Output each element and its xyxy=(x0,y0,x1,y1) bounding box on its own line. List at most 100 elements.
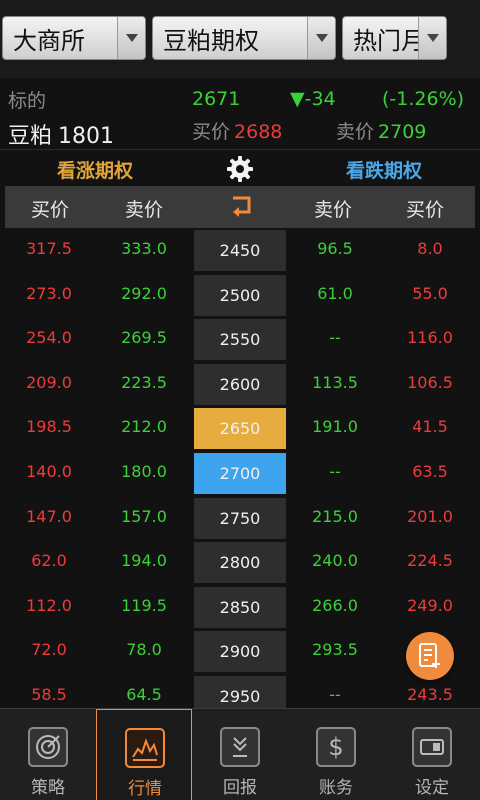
call-ask-cell[interactable]: 157.0 xyxy=(99,507,189,526)
order-fab-button[interactable] xyxy=(406,632,454,680)
col-call-ask: 卖价 xyxy=(124,199,163,221)
call-bid-cell[interactable]: 254.0 xyxy=(4,328,94,347)
put-ask-cell[interactable]: 240.0 xyxy=(290,551,380,570)
bottom-nav: 策略 行情 回报 $ 账务 设定 xyxy=(0,708,480,800)
month-select[interactable]: 热门月 xyxy=(342,16,447,60)
strike-price-cell[interactable]: 2600 xyxy=(194,363,286,405)
call-bid-cell[interactable]: 198.5 xyxy=(4,417,94,436)
gear-icon[interactable] xyxy=(225,154,255,184)
option-row[interactable]: 147.0 157.0 215.0 201.0 2750 xyxy=(0,496,480,541)
option-row[interactable]: 62.0 194.0 240.0 224.5 2800 xyxy=(0,540,480,585)
underlying-label: 标的 xyxy=(8,90,47,112)
strike-price-cell[interactable]: 2550 xyxy=(194,319,286,361)
put-ask-cell[interactable]: -- xyxy=(290,685,380,704)
call-bid-cell[interactable]: 209.0 xyxy=(4,373,94,392)
call-ask-cell[interactable]: 64.5 xyxy=(99,685,189,704)
call-ask-cell[interactable]: 292.0 xyxy=(99,284,189,303)
option-row[interactable]: 112.0 119.5 266.0 249.0 2850 xyxy=(0,585,480,630)
product-select[interactable]: 豆粕期权 xyxy=(152,16,336,60)
put-bid-cell[interactable]: 55.0 xyxy=(385,284,475,303)
call-ask-cell[interactable]: 78.0 xyxy=(99,640,189,659)
col-put-ask: 卖价 xyxy=(313,199,352,221)
strike-price-cell[interactable]: 2900 xyxy=(194,631,286,673)
strike-price-cell[interactable]: 2700 xyxy=(194,453,286,494)
put-ask-cell[interactable]: -- xyxy=(290,462,380,481)
strike-price-cell[interactable]: 2650 xyxy=(194,408,286,450)
target-icon xyxy=(28,727,68,767)
call-bid-cell[interactable]: 273.0 xyxy=(4,284,94,303)
call-ask-cell[interactable]: 333.0 xyxy=(99,239,189,258)
call-bid-cell[interactable]: 147.0 xyxy=(4,507,94,526)
chart-icon xyxy=(125,728,165,768)
put-bid-cell[interactable]: 116.0 xyxy=(385,328,475,347)
put-bid-cell[interactable]: 106.5 xyxy=(385,373,475,392)
call-bid-cell[interactable]: 62.0 xyxy=(4,551,94,570)
put-bid-cell[interactable]: 63.5 xyxy=(385,462,475,481)
nav-tab-settings[interactable]: 设定 xyxy=(384,709,480,800)
call-options-heading[interactable]: 看涨期权 xyxy=(0,156,190,183)
put-bid-cell[interactable]: 224.5 xyxy=(385,551,475,570)
call-ask-cell[interactable]: 194.0 xyxy=(99,551,189,570)
option-row[interactable]: 209.0 223.5 113.5 106.5 2600 xyxy=(0,362,480,407)
exchange-select-value: 大商所 xyxy=(13,26,85,55)
option-row[interactable]: 254.0 269.5 -- 116.0 2550 xyxy=(0,317,480,362)
strike-price-cell[interactable]: 2450 xyxy=(194,230,286,271)
strike-price-cell[interactable]: 2500 xyxy=(194,274,286,316)
put-ask-cell[interactable]: 61.0 xyxy=(290,284,380,303)
column-header: 买价 卖价 卖价 买价 xyxy=(5,186,475,228)
nav-tab-strategy[interactable]: 策略 xyxy=(0,709,96,800)
option-row[interactable]: 273.0 292.0 61.0 55.0 2500 xyxy=(0,273,480,318)
put-ask-cell[interactable]: 215.0 xyxy=(290,507,380,526)
strike-price-cell[interactable]: 2800 xyxy=(194,542,286,584)
nav-tab-accounts[interactable]: $ 账务 xyxy=(288,709,384,800)
call-bid-cell[interactable]: 140.0 xyxy=(4,462,94,481)
underlying-ask: 卖价 2709 xyxy=(336,117,426,144)
option-row[interactable]: 198.5 212.0 191.0 41.5 2650 xyxy=(0,406,480,451)
swap-arrow-icon[interactable] xyxy=(227,192,255,220)
put-bid-cell[interactable]: 8.0 xyxy=(385,239,475,258)
ask-label: 卖价 xyxy=(336,121,375,143)
put-ask-cell[interactable]: 293.5 xyxy=(290,640,380,659)
call-bid-cell[interactable]: 112.0 xyxy=(4,596,94,615)
strike-price-cell[interactable]: 2750 xyxy=(194,497,286,539)
put-ask-cell[interactable]: -- xyxy=(290,328,380,347)
call-ask-cell[interactable]: 212.0 xyxy=(99,417,189,436)
option-row[interactable]: 58.5 64.5 -- 243.5 2950 xyxy=(0,674,480,708)
call-ask-cell[interactable]: 119.5 xyxy=(99,596,189,615)
option-headings: 看涨期权 看跌期权 xyxy=(0,151,480,186)
exchange-select[interactable]: 大商所 xyxy=(2,16,146,60)
nav-tab-label: 回报 xyxy=(223,778,257,798)
nav-tab-label: 账务 xyxy=(319,778,353,798)
call-bid-cell[interactable]: 58.5 xyxy=(4,685,94,704)
underlying-contract: 1801 xyxy=(58,124,115,149)
underlying-change-pct: (-1.26%) xyxy=(382,88,465,110)
put-options-heading[interactable]: 看跌期权 xyxy=(288,156,480,183)
settings-card-icon xyxy=(412,727,452,767)
col-call-bid: 买价 xyxy=(30,199,69,221)
call-bid-cell[interactable]: 72.0 xyxy=(4,640,94,659)
put-ask-cell[interactable]: 113.5 xyxy=(290,373,380,392)
put-bid-cell[interactable]: 243.5 xyxy=(385,685,475,704)
put-bid-cell[interactable]: 201.0 xyxy=(385,507,475,526)
nav-tab-label: 策略 xyxy=(31,778,65,798)
call-ask-cell[interactable]: 269.5 xyxy=(99,328,189,347)
call-bid-cell[interactable]: 317.5 xyxy=(4,239,94,258)
strike-price-cell[interactable]: 2850 xyxy=(194,586,286,628)
nav-tab-reports[interactable]: 回报 xyxy=(192,709,288,800)
bid-value: 2688 xyxy=(234,121,283,143)
underlying-info: 标的 豆粕 1801 2671 ▼-34 (-1.26%) 买价 2688 卖价 27… xyxy=(0,78,480,150)
nav-tab-quotes[interactable]: 行情 xyxy=(96,709,192,800)
call-ask-cell[interactable]: 180.0 xyxy=(99,462,189,481)
put-ask-cell[interactable]: 191.0 xyxy=(290,417,380,436)
top-selector-bar: 大商所 豆粕期权 热门月 xyxy=(0,0,480,78)
option-row[interactable]: 140.0 180.0 -- 63.5 2700 xyxy=(0,451,480,496)
strike-price-cell[interactable]: 2950 xyxy=(194,676,286,708)
put-bid-cell[interactable]: 41.5 xyxy=(385,417,475,436)
put-ask-cell[interactable]: 266.0 xyxy=(290,596,380,615)
option-row[interactable]: 317.5 333.0 96.5 8.0 2450 xyxy=(0,228,480,273)
order-list-icon xyxy=(419,643,440,668)
put-ask-cell[interactable]: 96.5 xyxy=(290,239,380,258)
call-ask-cell[interactable]: 223.5 xyxy=(99,373,189,392)
chevron-down-icon xyxy=(117,17,145,59)
put-bid-cell[interactable]: 249.0 xyxy=(385,596,475,615)
